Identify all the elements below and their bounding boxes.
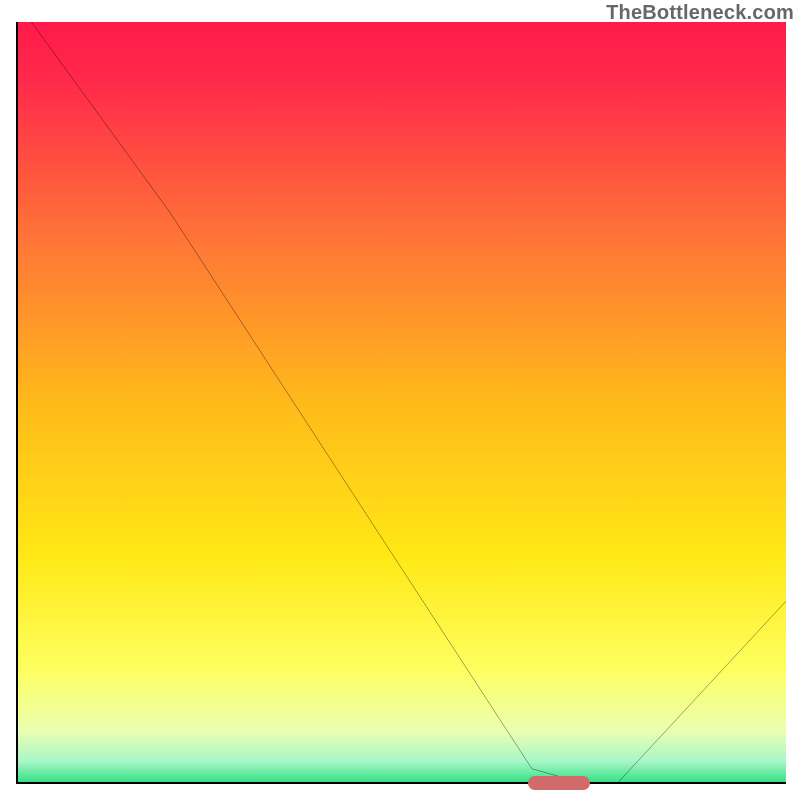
optimum-marker: [528, 776, 590, 790]
plot-area: [16, 22, 786, 784]
bottleneck-chart: TheBottleneck.com: [0, 0, 800, 800]
watermark-text: TheBottleneck.com: [606, 2, 794, 25]
gradient-background: [16, 22, 786, 784]
chart-svg: [16, 22, 786, 784]
y-axis: [16, 22, 18, 784]
x-axis: [16, 782, 786, 784]
